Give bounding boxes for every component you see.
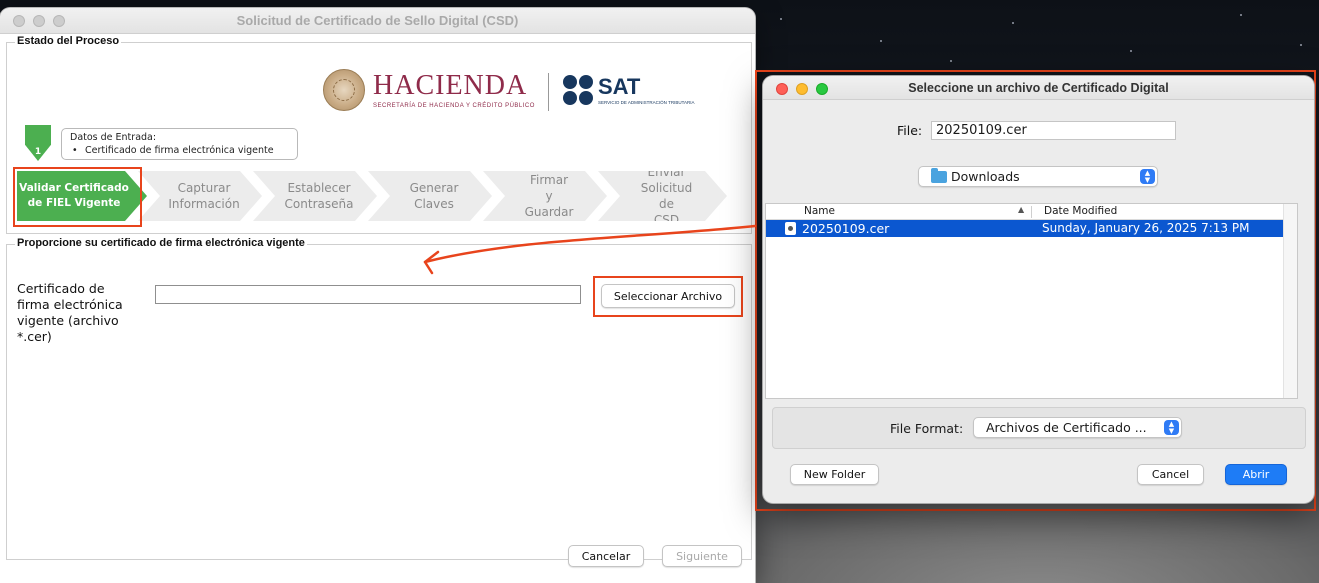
- step-firmar: Firmar y Guardar: [483, 171, 607, 221]
- certificate-file-icon: [785, 222, 796, 235]
- step-validar: Validar Certificado de FIEL Vigente: [17, 171, 147, 221]
- file-list-scrollbar[interactable]: [1283, 204, 1297, 398]
- certificado-label: Certificado de firma electrónica vigente…: [17, 281, 123, 344]
- dialog-cancel-button[interactable]: Cancel: [1137, 464, 1204, 485]
- file-format-select[interactable]: Archivos de Certificado ... ▲ ▼: [973, 417, 1182, 438]
- format-bar: File Format: Archivos de Certificado ...…: [772, 407, 1306, 449]
- step-enviar: Enviar Solicitud de CSD: [598, 171, 727, 221]
- estado-section-title: Estado del Proceso: [15, 35, 122, 47]
- sat-logo: SAT SERVICIO DE ADMINISTRACIÓN TRIBUTARI…: [563, 75, 695, 105]
- file-row-selected[interactable]: 20250109.cer Sunday, January 26, 2025 7:…: [766, 220, 1297, 237]
- sat-subtitle: SERVICIO DE ADMINISTRACIÓN TRIBUTARIA: [598, 99, 695, 105]
- window-controls: [13, 15, 65, 27]
- file-label: File:: [897, 123, 923, 138]
- dialog-titlebar[interactable]: Seleccione un archivo de Certificado Dig…: [763, 76, 1314, 100]
- proporcione-section: Proporcione su certificado de firma elec…: [6, 237, 752, 560]
- dialog-minimize-button[interactable]: [796, 83, 808, 95]
- zoom-button[interactable]: [53, 15, 65, 27]
- folder-select[interactable]: Downloads ▲ ▼: [918, 166, 1158, 187]
- dialog-zoom-button[interactable]: [816, 83, 828, 95]
- logo-divider: [548, 73, 549, 111]
- new-folder-button[interactable]: New Folder: [790, 464, 879, 485]
- file-dialog: Seleccione un archivo de Certificado Dig…: [763, 76, 1314, 503]
- minimize-button[interactable]: [33, 15, 45, 27]
- file-format-value: Archivos de Certificado ...: [986, 420, 1147, 435]
- seal-icon: [323, 69, 365, 111]
- datos-entrada-item: Certificado de firma electrónica vigente: [70, 144, 289, 157]
- step-establecer: Establecer Contraseña: [253, 171, 377, 221]
- sat-dots-icon: [563, 75, 593, 105]
- chevron-updown-icon: ▲ ▼: [1164, 420, 1179, 435]
- hacienda-subtitle: SECRETARÍA DE HACIENDA Y CRÉDITO PÚBLICO: [373, 102, 535, 109]
- hacienda-logo: HACIENDA SECRETARÍA DE HACIENDA Y CRÉDIT…: [323, 69, 535, 111]
- dialog-title: Seleccione un archivo de Certificado Dig…: [908, 80, 1169, 95]
- datos-entrada-box: Datos de Entrada: Certificado de firma e…: [61, 128, 298, 160]
- dialog-close-button[interactable]: [776, 83, 788, 95]
- window-title: Solicitud de Certificado de Sello Digita…: [236, 13, 519, 28]
- step-capturar: Capturar Información: [138, 171, 262, 221]
- datos-entrada-title: Datos de Entrada:: [70, 132, 157, 143]
- hacienda-wordmark: HACIENDA: [373, 69, 528, 101]
- siguiente-button[interactable]: Siguiente: [662, 545, 742, 567]
- file-format-label: File Format:: [890, 421, 964, 436]
- column-name[interactable]: Name: [804, 205, 835, 217]
- column-date-modified[interactable]: Date Modified: [1044, 205, 1117, 217]
- folder-icon: [931, 167, 947, 183]
- sat-wordmark: SAT: [598, 73, 641, 99]
- file-list-header: Name ▲ Date Modified: [766, 204, 1297, 220]
- file-list[interactable]: Name ▲ Date Modified 20250109.cer Sunday…: [765, 203, 1298, 399]
- file-row-date: Sunday, January 26, 2025 7:13 PM: [1042, 221, 1250, 235]
- cancelar-button[interactable]: Cancelar: [568, 545, 644, 567]
- folder-select-value: Downloads: [951, 169, 1020, 184]
- seleccionar-archivo-button[interactable]: Seleccionar Archivo: [601, 284, 735, 308]
- close-button[interactable]: [13, 15, 25, 27]
- chevron-updown-icon: ▲ ▼: [1140, 169, 1155, 184]
- file-row-name: 20250109.cer: [802, 221, 890, 236]
- process-steps: Validar Certificado de FIEL Vigente Captu…: [17, 171, 727, 221]
- estado-section: Estado del Proceso HACIENDA SECRETARÍA D…: [6, 35, 752, 234]
- proporcione-section-title: Proporcione su certificado de firma elec…: [15, 237, 307, 249]
- main-titlebar[interactable]: Solicitud de Certificado de Sello Digita…: [0, 8, 755, 34]
- certificado-input[interactable]: [155, 285, 581, 304]
- abrir-button[interactable]: Abrir: [1225, 464, 1287, 485]
- main-window: Solicitud de Certificado de Sello Digita…: [0, 8, 755, 583]
- main-content: Estado del Proceso HACIENDA SECRETARÍA D…: [0, 34, 755, 583]
- dialog-window-controls: [776, 83, 828, 95]
- step-number: 1: [34, 147, 42, 157]
- step-generar: Generar Claves: [368, 171, 492, 221]
- sort-ascending-icon: ▲: [1018, 205, 1025, 214]
- file-name-input[interactable]: 20250109.cer: [931, 121, 1176, 140]
